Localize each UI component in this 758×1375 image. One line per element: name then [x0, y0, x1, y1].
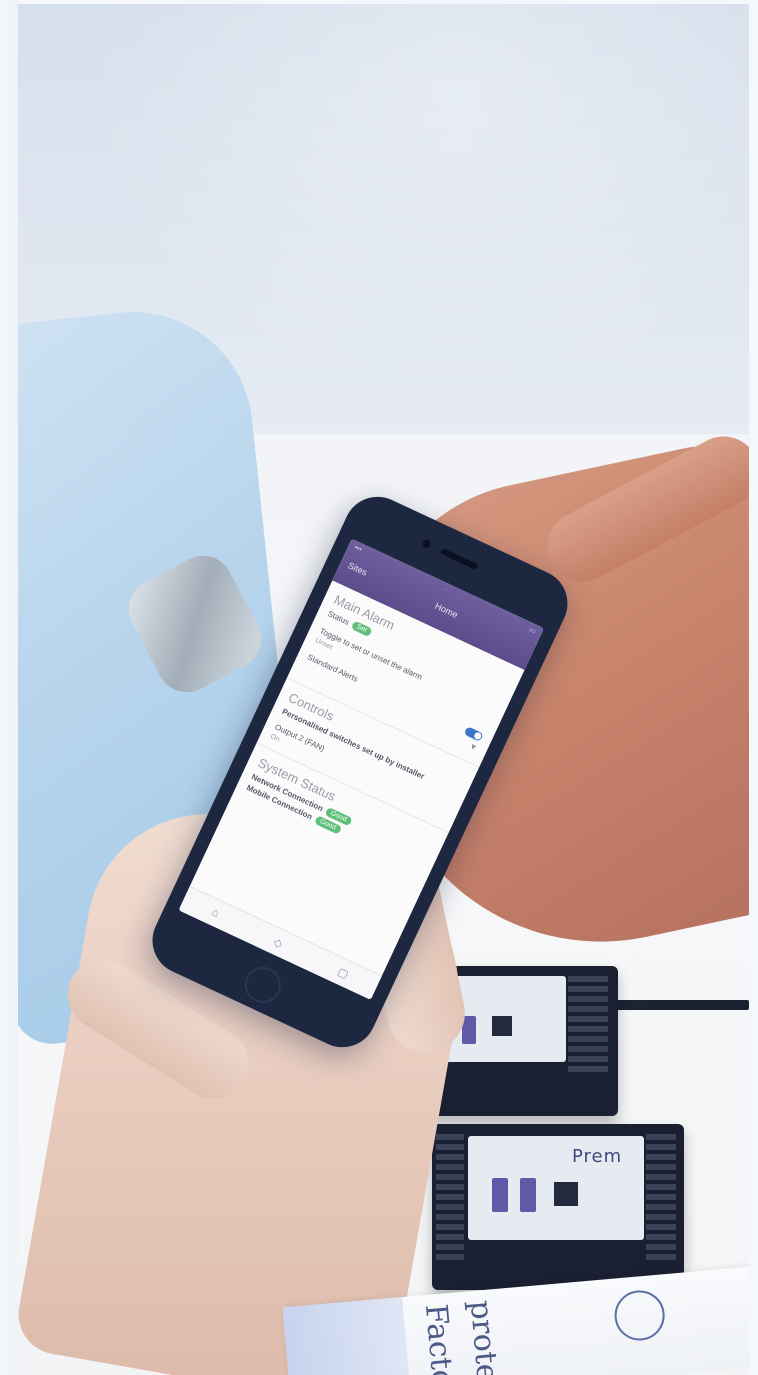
signal-icon: ▪▪▪: [353, 543, 363, 554]
battery-icon: ▭: [527, 626, 537, 636]
module-terminals: [436, 1134, 464, 1264]
front-camera: [421, 538, 433, 550]
earpiece-speaker: [439, 547, 479, 571]
module-terminals: [568, 976, 608, 1076]
module-chip: [554, 1182, 578, 1206]
module-label-block: [520, 1178, 536, 1212]
home-tab-icon[interactable]: ⌂: [210, 906, 221, 920]
shield-tab-icon[interactable]: ◇: [272, 935, 285, 950]
home-button: [238, 961, 287, 1009]
page-margin: [0, 0, 18, 1375]
module-brand-text: Prem: [572, 1146, 623, 1167]
photo-scene: Prem ▪▪▪ · ▭ Sites Home Main Alarm Statu…: [18, 4, 749, 1375]
back-link[interactable]: Sites: [346, 560, 368, 578]
clock: ·: [442, 585, 449, 594]
brochure-logo-icon: [612, 1288, 667, 1343]
brochure-color-band: [282, 1297, 411, 1375]
brochure-heading: Factor: [417, 1302, 462, 1375]
chevron-down-icon[interactable]: ▼: [468, 741, 479, 753]
settings-tab-icon[interactable]: ▢: [336, 965, 351, 981]
nav-title: Home: [433, 600, 460, 620]
nav-spacer: [524, 643, 528, 652]
module-label-block: [492, 1178, 508, 1212]
module-terminals: [646, 1134, 676, 1264]
module-chip: [492, 1016, 512, 1036]
brochure-subheading: protect: [462, 1298, 508, 1375]
alarm-module-2: Prem: [432, 1124, 684, 1290]
